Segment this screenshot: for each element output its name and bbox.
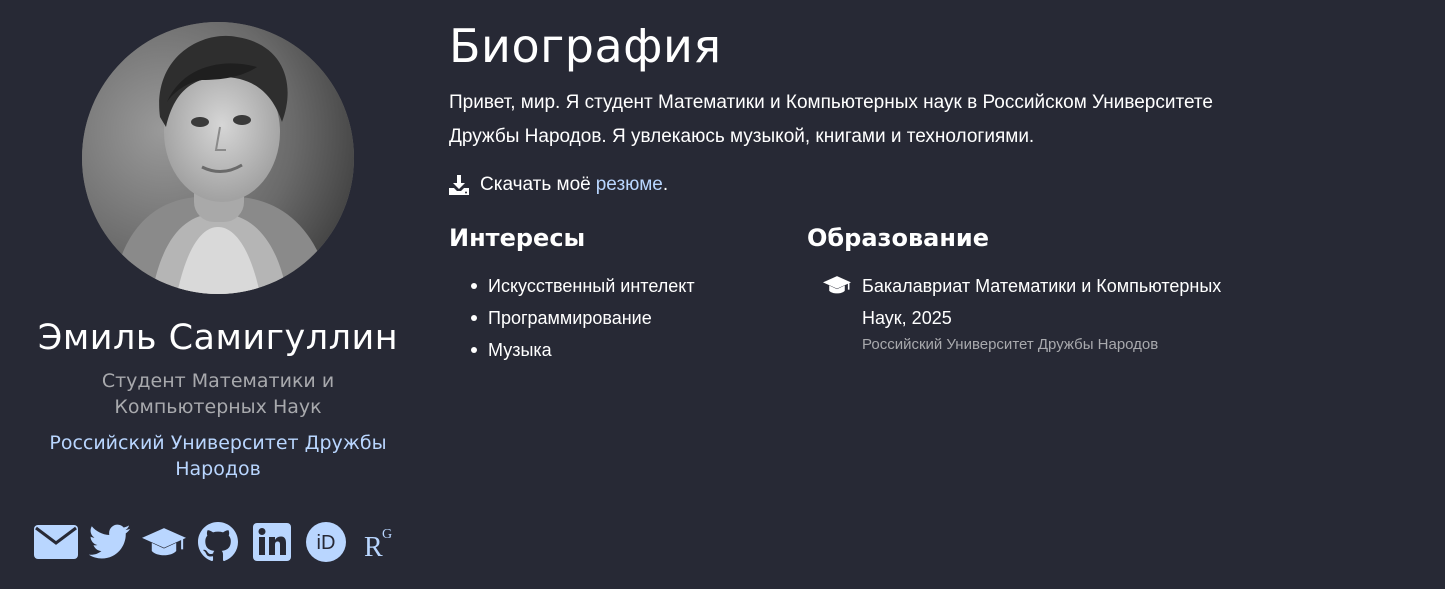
twitter-link[interactable] bbox=[88, 520, 132, 564]
linkedin-link[interactable] bbox=[250, 520, 294, 564]
list-item: Программирование bbox=[471, 302, 807, 334]
resume-link[interactable]: резюме bbox=[596, 174, 663, 196]
resume-download: Скачать моё резюме . bbox=[449, 174, 1299, 196]
envelope-icon bbox=[34, 525, 78, 559]
researchgate-link[interactable]: R G bbox=[358, 520, 402, 564]
interests-title: Интересы bbox=[449, 224, 586, 252]
orcid-link[interactable]: iD bbox=[304, 520, 348, 564]
download-icon bbox=[449, 175, 469, 195]
bullet-icon bbox=[471, 283, 477, 289]
biography-text: Привет, мир. Я студент Математики и Комп… bbox=[449, 92, 1213, 147]
page: Эмиль Самигуллин Студент Математики и Ко… bbox=[0, 0, 1445, 589]
education-title: Образование bbox=[807, 224, 990, 252]
list-item: Музыка bbox=[471, 334, 807, 366]
svg-text:R: R bbox=[364, 532, 383, 562]
twitter-icon bbox=[89, 524, 131, 559]
interests-section: Интересы Искусственный интелект Программ… bbox=[449, 222, 807, 366]
profile-name: Эмиль Самигуллин bbox=[37, 318, 399, 358]
resume-prefix: Скачать моё bbox=[480, 174, 591, 195]
github-icon bbox=[198, 522, 238, 562]
biography-section: Биография Привет, мир. Я студент Математ… bbox=[449, 16, 1299, 366]
interest-label: Музыка bbox=[488, 339, 552, 360]
svg-text:G: G bbox=[382, 527, 392, 542]
email-link[interactable] bbox=[34, 520, 78, 564]
github-link[interactable] bbox=[196, 520, 240, 564]
interest-label: Программирование bbox=[488, 307, 652, 328]
education-section: Образование Бакалавриат Математики и Ком… bbox=[807, 222, 1277, 366]
interests-list: Искусственный интелект Программирование … bbox=[471, 270, 807, 366]
biography-title: Биография bbox=[449, 19, 722, 73]
profile-card: Эмиль Самигуллин Студент Математики и Ко… bbox=[20, 20, 416, 564]
resume-suffix: . bbox=[662, 174, 669, 195]
graduation-cap-icon bbox=[823, 276, 851, 294]
education-institution: Российский Университет Дружбы Народов bbox=[862, 336, 1159, 353]
profile-organization-link[interactable]: Российский Университет Дружбы Народов bbox=[20, 430, 416, 482]
scholar-link[interactable] bbox=[142, 520, 186, 564]
orcid-icon: iD bbox=[306, 522, 346, 562]
bullet-icon bbox=[471, 315, 477, 321]
details-columns: Интересы Искусственный интелект Программ… bbox=[449, 222, 1299, 366]
education-details: Бакалавриат Математики и Компьютерных На… bbox=[862, 270, 1262, 356]
education-course: Бакалавриат Математики и Компьютерных На… bbox=[862, 276, 1222, 328]
graduation-cap-icon bbox=[142, 528, 186, 556]
svg-text:iD: iD bbox=[317, 532, 336, 554]
profile-role: Студент Математики и Компьютерных Наук bbox=[101, 370, 335, 418]
education-item: Бакалавриат Математики и Компьютерных На… bbox=[823, 270, 1277, 356]
linkedin-icon bbox=[253, 523, 291, 561]
interest-label: Искусственный интелект bbox=[488, 275, 695, 296]
avatar bbox=[82, 22, 354, 294]
avatar-photo bbox=[82, 22, 354, 294]
bullet-icon bbox=[471, 347, 477, 353]
list-item: Искусственный интелект bbox=[471, 270, 807, 302]
researchgate-icon: R G bbox=[364, 527, 392, 562]
social-links: iD R G bbox=[28, 520, 408, 564]
